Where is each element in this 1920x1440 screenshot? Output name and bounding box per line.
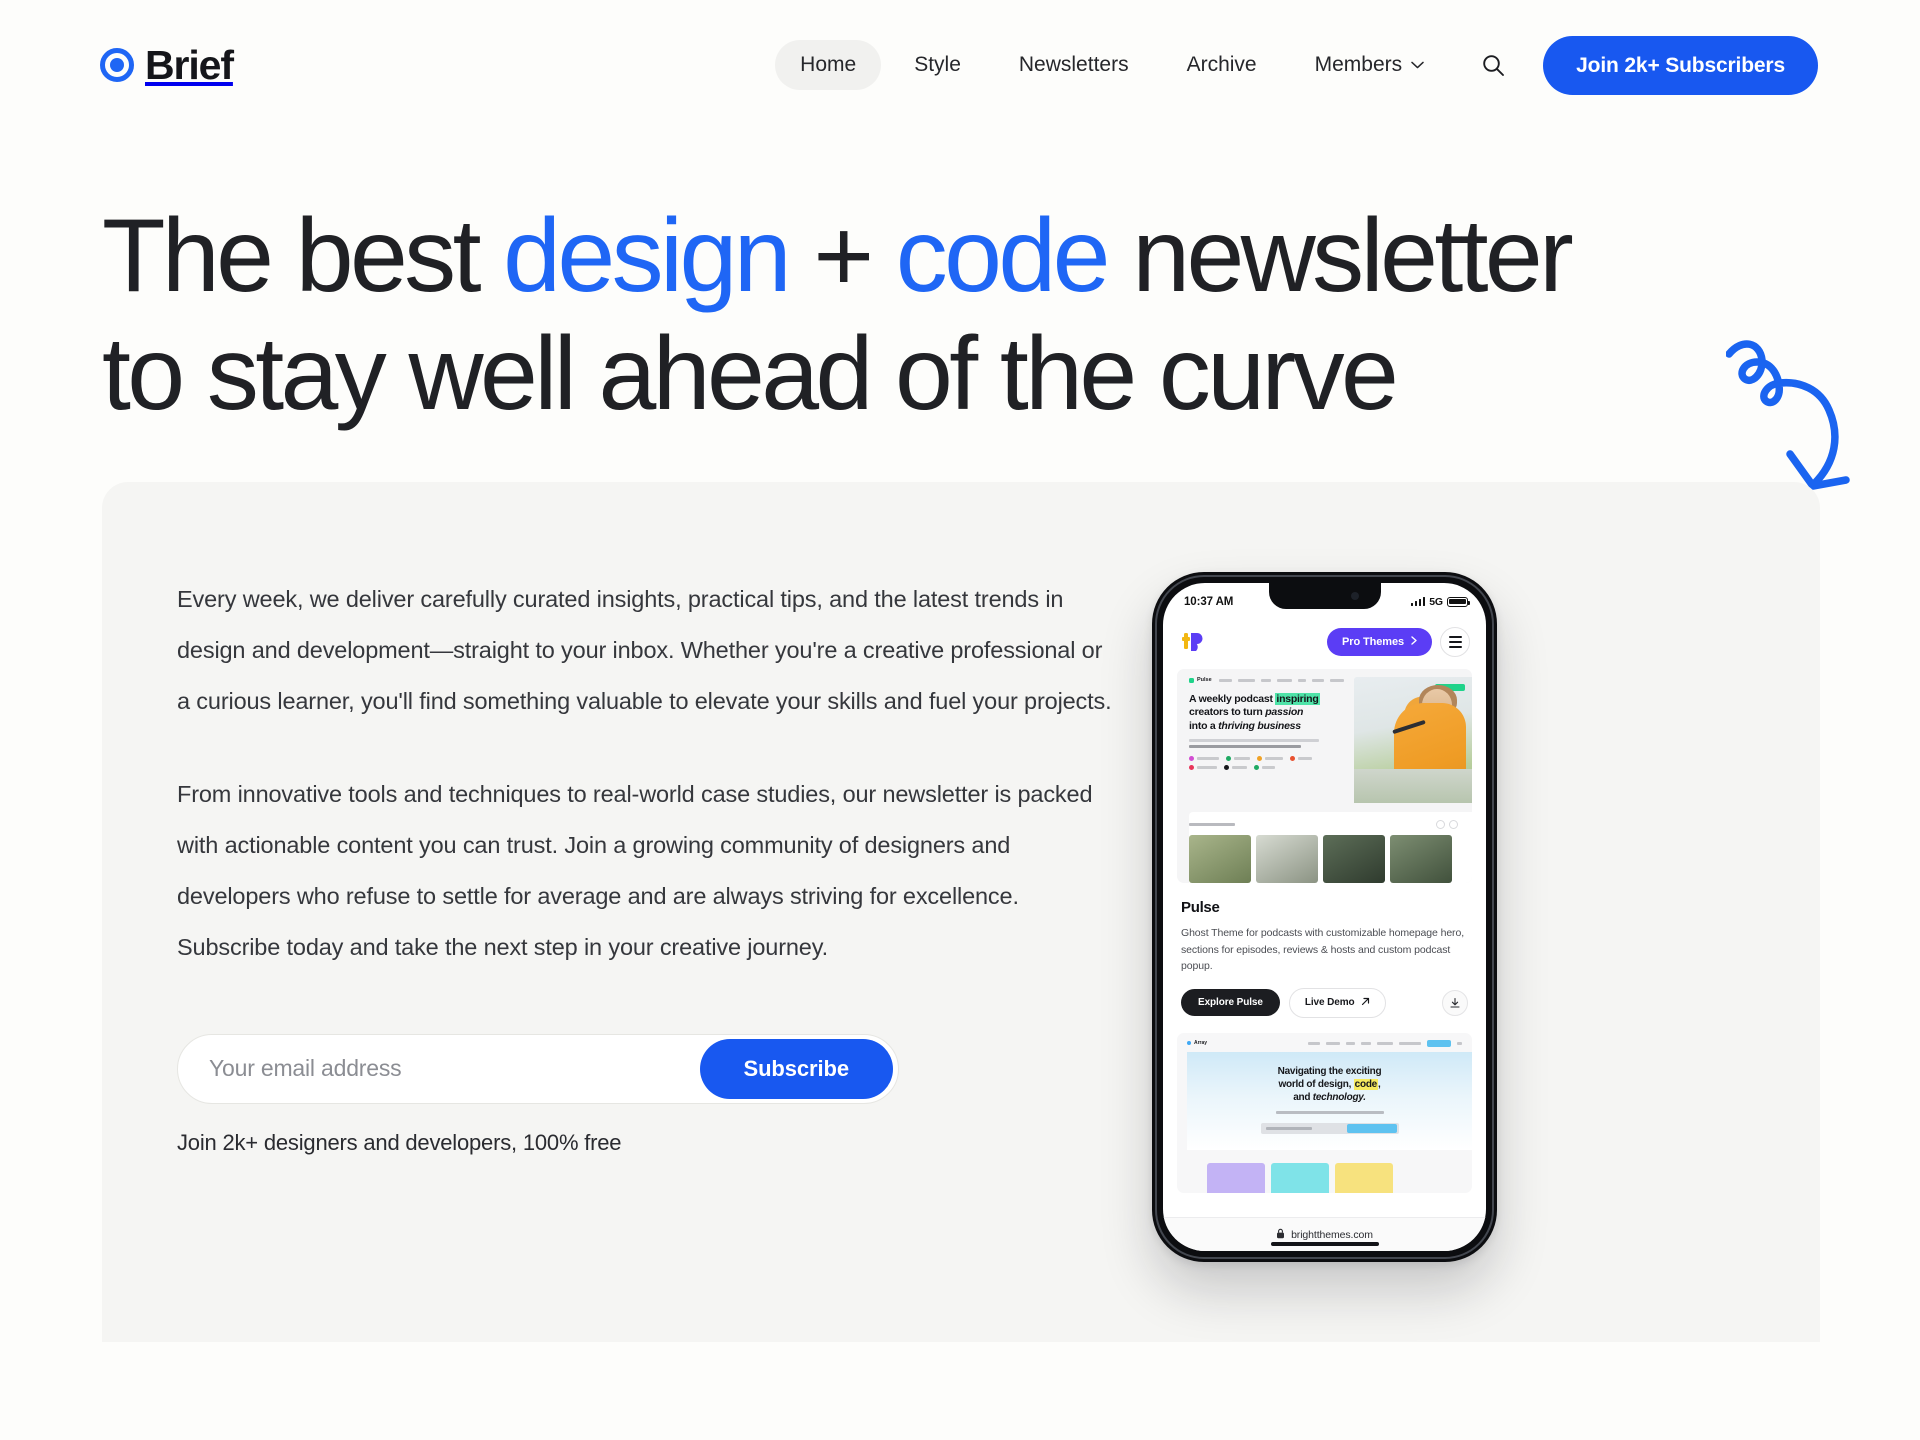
theme-actions: Explore Pulse Live Demo (1181, 987, 1468, 1018)
brand-name: Brief (145, 41, 234, 88)
lock-icon (1276, 1228, 1285, 1242)
preview2-card (1335, 1162, 1393, 1193)
phone-url-bar: brightthemes.com (1163, 1217, 1486, 1252)
headline-line-2: to stay well ahead of the curve (102, 315, 1399, 432)
status-network: 5G (1429, 595, 1443, 608)
phone-screen: 10:37 AM 5G Pro Themes Pulse A weekly po… (1163, 583, 1486, 1252)
phone-app-body: Pulse A weekly podcast inspiring creator… (1163, 669, 1486, 1217)
chevron-down-icon (1411, 61, 1424, 69)
theme-title: Pulse (1181, 899, 1220, 917)
nav-item-archive: Archive (1162, 40, 1282, 90)
hero-card: Every week, we deliver carefully curated… (102, 482, 1820, 1343)
subscribe-button[interactable]: Subscribe (699, 1038, 893, 1099)
episode-thumb (1189, 835, 1251, 884)
nav-item-style: Style (889, 40, 986, 90)
signal-bars-icon (1410, 597, 1426, 607)
nav-item-home: Home (775, 40, 882, 90)
episode-thumb (1323, 835, 1385, 884)
preview-site-name: Pulse (1189, 677, 1212, 683)
status-time: 10:37 AM (1184, 595, 1234, 608)
preview2-headline: Navigating the exciting world of design,… (1277, 1065, 1382, 1103)
nav-label-style: Style (914, 53, 961, 76)
preview-subtext (1189, 739, 1344, 749)
status-indicators: 5G (1410, 595, 1470, 608)
nav-label-members: Members (1314, 53, 1403, 76)
pro-themes-label: Pro Themes (1342, 636, 1404, 649)
brightthemes-logo-icon (1181, 630, 1207, 654)
episode-thumb (1256, 835, 1318, 884)
join-subscribers-button[interactable]: Join 2k+ Subscribers (1543, 35, 1818, 95)
ring-dot-logo-icon (100, 48, 134, 82)
live-demo-button[interactable]: Live Demo (1288, 987, 1386, 1018)
pro-themes-button[interactable]: Pro Themes (1327, 628, 1432, 657)
download-icon[interactable] (1442, 989, 1468, 1016)
preview-featured-episodes (1189, 812, 1472, 884)
preview-headline: A weekly podcast inspiring creators to t… (1189, 693, 1320, 732)
search-icon[interactable] (1471, 43, 1515, 87)
episode-thumb (1390, 835, 1452, 884)
primary-nav: Home Style Newsletters Archive Members J… (775, 35, 1818, 95)
theme-preview-array: Array Navigating the exciting world of d… (1177, 1032, 1472, 1193)
theme-meta: Pulse Ghost Theme for podcasts with cust… (1177, 883, 1472, 1018)
nav-label-newsletters: Newsletters (1018, 53, 1129, 76)
subscribe-note: Join 2k+ designers and developers, 100% … (177, 1129, 622, 1155)
external-link-icon (1361, 997, 1370, 1009)
headline-part-3: newsletter (1106, 198, 1574, 314)
nav-link-style[interactable]: Style (889, 40, 986, 90)
nav-link-archive[interactable]: Archive (1162, 40, 1282, 90)
nav-item-members: Members (1290, 40, 1450, 90)
phone-notch (1268, 583, 1381, 610)
site-header: Brief Home Style Newsletters Archive Mem… (0, 0, 1920, 130)
hero-paragraph-2: From innovative tools and techniques to … (177, 780, 1093, 960)
explore-pulse-button[interactable]: Explore Pulse (1181, 989, 1280, 1017)
hamburger-menu-icon[interactable] (1440, 627, 1470, 658)
brand-logo[interactable]: Brief (100, 41, 234, 88)
headline-part-1: The best (102, 198, 504, 314)
preview2-card (1207, 1162, 1265, 1193)
hero-content: Every week, we deliver carefully curated… (102, 574, 1112, 1342)
preview-hero-image (1354, 677, 1472, 804)
preview2-card (1271, 1162, 1329, 1193)
nav-link-home[interactable]: Home (775, 40, 882, 90)
nav-list: Home Style Newsletters Archive Members (775, 40, 1449, 90)
hero-heading-section: The best design + code newsletter to sta… (0, 130, 1920, 490)
live-demo-label: Live Demo (1304, 997, 1355, 1009)
hero-paragraph-1: Every week, we deliver carefully curated… (177, 586, 1112, 714)
headline-accent-code: code (895, 198, 1111, 314)
nav-link-members[interactable]: Members (1290, 40, 1450, 90)
headline-accent-design: design (503, 198, 791, 314)
nav-link-newsletters[interactable]: Newsletters (994, 40, 1154, 90)
nav-label-archive: Archive (1186, 53, 1257, 76)
hero-visual: 10:37 AM 5G Pro Themes Pulse A weekly po… (1112, 572, 1820, 1342)
battery-icon (1447, 596, 1470, 607)
email-field[interactable] (209, 1055, 700, 1083)
chevron-right-icon (1411, 636, 1417, 648)
theme-description: Ghost Theme for podcasts with customizab… (1181, 927, 1465, 973)
headline-part-2: + (788, 198, 896, 314)
home-indicator (1270, 1242, 1379, 1247)
phone-app-bar: Pro Themes (1163, 613, 1486, 669)
nav-label-home: Home (800, 53, 857, 76)
preview-feature-chips (1189, 756, 1339, 771)
subscribe-form: Subscribe (177, 1033, 899, 1104)
phone-mockup: 10:37 AM 5G Pro Themes Pulse A weekly po… (1152, 572, 1497, 1263)
nav-item-newsletters: Newsletters (994, 40, 1154, 90)
theme-preview-pulse: Pulse A weekly podcast inspiring creator… (1177, 669, 1472, 884)
page-title: The best design + code newsletter to sta… (102, 198, 1820, 433)
url-text: brightthemes.com (1291, 1228, 1373, 1241)
